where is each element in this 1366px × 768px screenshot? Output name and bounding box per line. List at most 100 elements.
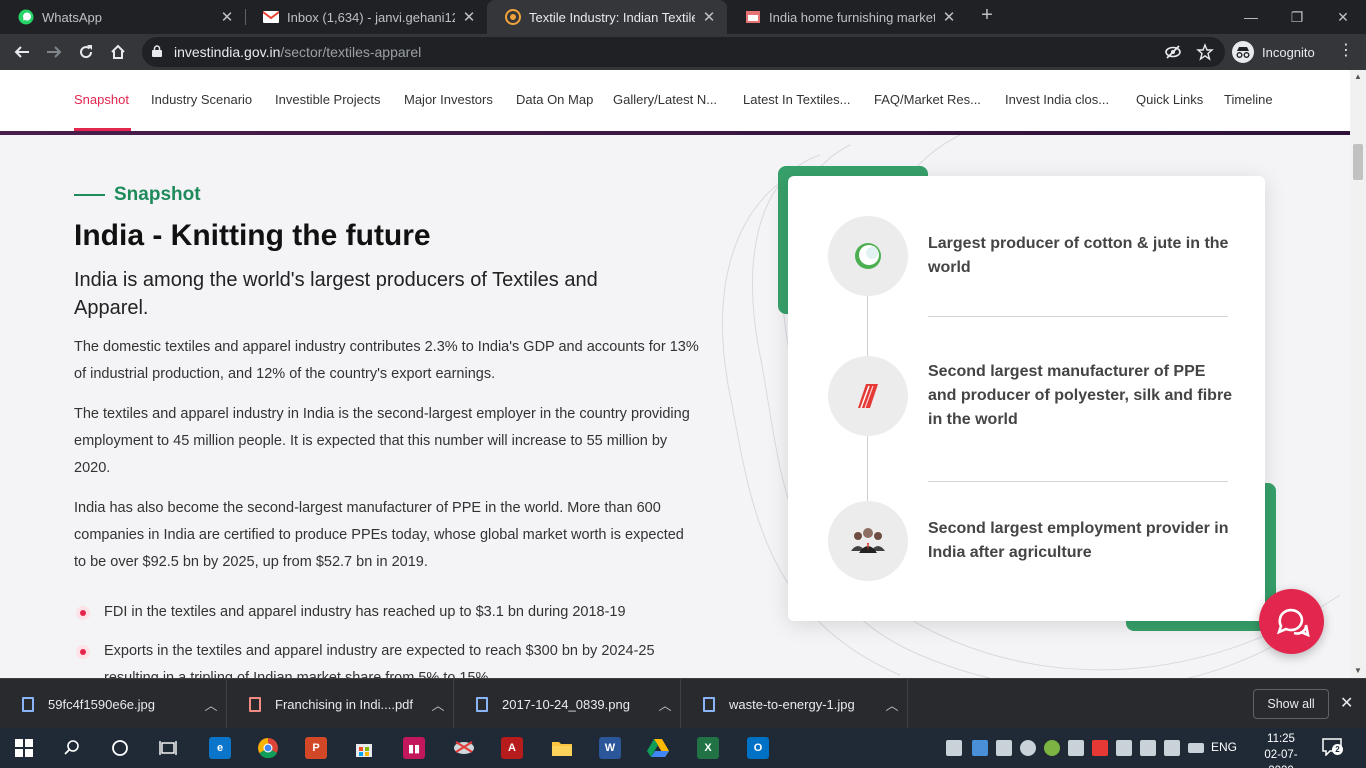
paragraph: The domestic textiles and apparel indust… [74,339,699,382]
close-window-button[interactable]: ✕ [1320,0,1366,34]
incognito-indicator[interactable]: Incognito [1232,39,1315,65]
wifi-icon[interactable] [1164,740,1180,756]
page-scrollbar[interactable]: ▲ ▼ [1350,70,1366,678]
notification-count: 2 [1332,744,1343,755]
nav-timeline[interactable]: Timeline [1224,92,1273,107]
scroll-up-icon[interactable]: ▲ [1350,70,1366,84]
tab-whatsapp[interactable]: WhatsApp ✕ [0,0,245,34]
bookmark-star-icon[interactable] [1196,43,1214,61]
tab-gmail[interactable]: Inbox (1,634) - janvi.gehani12@gmail.com… [245,0,487,34]
nav-invest-india[interactable]: Invest India clos... [1005,92,1109,107]
download-item[interactable]: 59fc4f1590e6e.jpg ︿ [0,679,227,729]
explorer-taskbar-button[interactable] [538,728,586,768]
tray-cloud-icon[interactable] [1116,740,1132,756]
minimize-button[interactable]: — [1228,0,1274,34]
nav-industry-scenario[interactable]: Industry Scenario [151,92,252,107]
nav-investible-projects[interactable]: Investible Projects [275,92,381,107]
cortana-button[interactable] [96,728,144,768]
nav-data-on-map[interactable]: Data On Map [516,92,593,107]
tray-app-icon[interactable] [1068,740,1084,756]
download-item[interactable]: waste-to-energy-1.jpg ︿ [681,679,908,729]
back-button[interactable] [8,38,36,66]
forward-button[interactable] [40,38,68,66]
nav-gallery[interactable]: Gallery/Latest N... [613,92,717,107]
search-button[interactable] [48,728,96,768]
tab-home-furnishing[interactable]: India home furnishing market pr ✕ [727,0,967,34]
restore-button[interactable]: ❐ [1274,0,1320,34]
eye-off-icon[interactable] [1164,43,1182,61]
url-text: investindia.gov.in/sector/textiles-appar… [174,44,422,60]
store-icon [356,744,372,757]
windows-logo-icon [15,739,33,757]
notification-center-button[interactable]: 2 [1322,738,1343,757]
image-file-icon [703,696,715,712]
site-icon [745,9,761,25]
show-all-downloads-button[interactable]: Show all [1253,689,1329,719]
cotton-icon [828,216,908,296]
tray-antivirus-icon[interactable] [1092,740,1108,756]
image-file-icon [476,696,488,712]
downloads-shelf: 59fc4f1590e6e.jpg ︿ Franchising in Indi.… [0,678,1366,729]
snipping-taskbar-button[interactable] [440,728,488,768]
word-icon: W [599,737,621,759]
page-viewport: Snapshot Industry Scenario Investible Pr… [0,70,1350,678]
tray-torrent-icon[interactable] [1044,740,1060,756]
browser-tab-strip: WhatsApp ✕ Inbox (1,634) - janvi.gehani1… [0,0,1366,34]
store-taskbar-button[interactable] [340,728,388,768]
outlook-taskbar-button[interactable]: O [734,728,782,768]
start-button[interactable] [0,728,48,768]
highlight-text: Largest producer of cotton & jute in the… [928,235,1229,276]
image-file-icon [22,696,34,712]
chevron-up-icon[interactable]: ︿ [196,695,226,714]
chrome-icon [258,738,278,759]
nav-quick-links[interactable]: Quick Links [1136,92,1203,107]
people-icon [828,501,908,581]
system-clock[interactable]: 11:25 02-07-2020 [1253,731,1309,768]
chrome-taskbar-button[interactable] [244,728,292,768]
section-eyebrow: Snapshot [74,184,201,206]
nav-major-investors[interactable]: Major Investors [404,92,493,107]
cortana-icon [112,740,128,756]
scroll-thumb[interactable] [1353,144,1363,180]
close-tab-icon[interactable]: ✕ [219,8,235,26]
download-item[interactable]: Franchising in Indi....pdf ︿ [227,679,454,729]
drive-taskbar-button[interactable] [634,728,682,768]
reload-button[interactable] [72,38,100,66]
download-item[interactable]: 2017-10-24_0839.png ︿ [454,679,681,729]
scroll-down-icon[interactable]: ▼ [1350,664,1366,678]
address-bar[interactable]: investindia.gov.in/sector/textiles-appar… [142,37,1225,67]
close-tab-icon[interactable]: ✕ [461,8,477,26]
battery-icon[interactable] [1188,740,1204,756]
word-taskbar-button[interactable]: W [586,728,634,768]
tray-pen-icon[interactable] [1140,740,1156,756]
edge-taskbar-button[interactable]: e [196,728,244,768]
nav-faq[interactable]: FAQ/Market Res... [874,92,981,107]
task-view-button[interactable] [144,728,192,768]
lock-icon [152,45,162,57]
nav-latest-textiles[interactable]: Latest In Textiles... [743,92,850,107]
chevron-up-icon[interactable]: ︿ [877,695,907,714]
nav-snapshot[interactable]: Snapshot [74,92,129,107]
close-tab-icon[interactable]: ✕ [941,8,957,26]
chevron-up-icon[interactable]: ︿ [423,695,453,714]
language-indicator[interactable]: ENG [1211,740,1237,754]
home-button[interactable] [104,38,132,66]
menu-kebab-icon[interactable]: ⋮ [1338,40,1354,60]
tray-shield-icon[interactable] [946,740,962,756]
excel-taskbar-button[interactable]: X [684,728,732,768]
tray-chat-icon[interactable] [1020,740,1036,756]
new-tab-button[interactable]: + [976,4,998,30]
reader-taskbar-button[interactable]: ▮▮ [390,728,438,768]
powerpoint-taskbar-button[interactable]: P [292,728,340,768]
close-shelf-icon[interactable]: ✕ [1340,693,1353,713]
chevron-up-icon[interactable]: ︿ [650,695,680,714]
investindia-icon [505,9,521,25]
acrobat-taskbar-button[interactable]: A [488,728,536,768]
tab-investindia[interactable]: Textile Industry: Indian Textile and App… [487,0,727,34]
tray-volume-icon[interactable] [996,740,1012,756]
edge-icon: e [209,737,231,759]
tray-outlook-icon[interactable] [972,740,988,756]
chat-button[interactable] [1259,589,1324,654]
outlook-icon: O [747,737,769,759]
close-tab-icon[interactable]: ✕ [701,8,717,26]
